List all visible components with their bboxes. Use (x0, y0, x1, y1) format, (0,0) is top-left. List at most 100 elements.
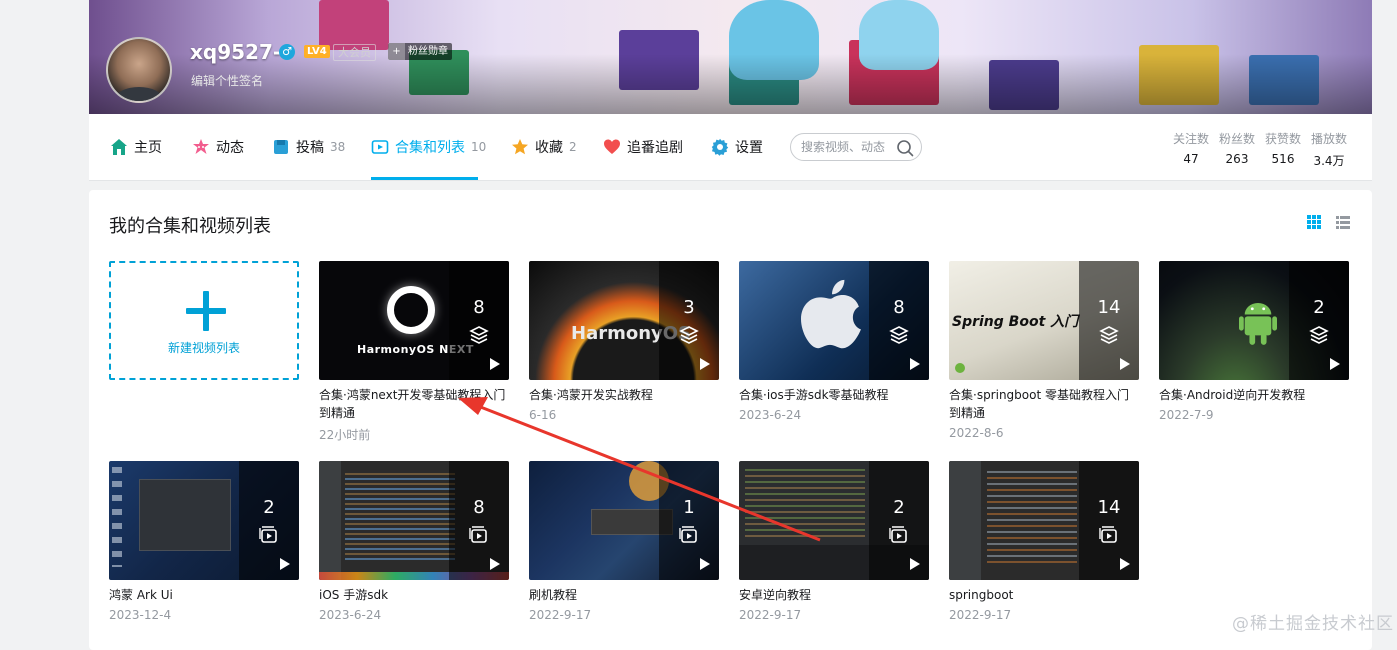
card-date: 2023-12-4 (109, 608, 172, 622)
tab-settings[interactable]: 设置 (711, 114, 763, 180)
card-date: 2023-6-24 (739, 408, 802, 422)
tab-label: 追番追剧 (627, 140, 683, 156)
card-title[interactable]: 合集·ios手游sdk零基础教程 (739, 386, 929, 404)
play-icon[interactable] (1325, 355, 1343, 373)
card-thumbnail[interactable]: 2 (739, 461, 929, 580)
android-robot-icon (1239, 303, 1277, 345)
card-thumbnail[interactable]: 14 (949, 461, 1139, 580)
stat-following[interactable]: 关注数 47 (1168, 130, 1214, 166)
card-thumbnail[interactable]: 8 (319, 461, 509, 580)
card-date: 2023-6-24 (319, 608, 382, 622)
card-thumbnail[interactable]: 2 (109, 461, 299, 580)
play-icon[interactable] (1115, 355, 1133, 373)
playlist-icon (679, 526, 697, 543)
collection-card[interactable]: 8 合集·ios手游sdk零基础教程 2023-6-24 (739, 261, 929, 422)
collection-card[interactable]: HarmonyOS NEXT 8 合集·鸿蒙next开发零基础教程入门到精通 2… (319, 261, 509, 443)
search-input[interactable] (801, 138, 889, 156)
playlist-icon (889, 526, 907, 543)
card-date: 2022-9-17 (739, 608, 802, 622)
card-title[interactable]: 安卓逆向教程 (739, 586, 929, 604)
card-date: 2022-9-17 (529, 608, 592, 622)
layers-icon (1099, 326, 1119, 344)
dynamic-icon (193, 139, 209, 154)
tab-label: 收藏 (535, 140, 563, 156)
play-icon[interactable] (485, 355, 503, 373)
tab-dynamic[interactable]: 动态 (192, 114, 244, 180)
watermark: @稀土掘金技术社区 (1232, 614, 1394, 634)
collection-card[interactable]: HarmonyOS 3 合集·鸿蒙开发实战教程 6-16 (529, 261, 719, 422)
card-title[interactable]: 合集·鸿蒙next开发零基础教程入门到精通 (319, 386, 509, 422)
fan-badge-label: 粉丝勋章 (408, 46, 448, 57)
list-card[interactable]: 8 iOS 手游sdk 2023-6-24 (319, 461, 509, 622)
avatar[interactable] (106, 37, 172, 103)
play-icon[interactable] (905, 355, 923, 373)
stat-value: 516 (1271, 152, 1295, 166)
card-count: 8 (893, 297, 905, 318)
stat-followers[interactable]: 粉丝数 263 (1214, 130, 1260, 166)
play-icon[interactable] (275, 555, 293, 573)
play-icon[interactable] (695, 555, 713, 573)
username: xq9527-- (190, 40, 290, 64)
level-badge[interactable]: LV4 (304, 45, 330, 58)
tab-bangumi[interactable]: 追番追剧 (603, 114, 683, 180)
playlist-icon (1099, 526, 1117, 543)
tab-favorites[interactable]: 收藏 2 (511, 114, 577, 180)
spring-logo-icon (955, 363, 965, 373)
card-thumbnail[interactable]: HarmonyOS NEXT 8 (319, 261, 509, 380)
tab-label: 主页 (134, 140, 162, 156)
stat-label: 获赞数 (1264, 132, 1301, 146)
stat-value: 263 (1225, 152, 1249, 166)
card-thumbnail[interactable]: 8 (739, 261, 929, 380)
card-title[interactable]: 鸿蒙 Ark Ui (109, 586, 299, 604)
layers-icon (469, 326, 489, 344)
tab-label: 动态 (216, 140, 244, 156)
gear-icon (711, 138, 729, 156)
card-title[interactable]: 合集·springboot 零基础教程入门到精通 (949, 386, 1139, 422)
list-view-icon[interactable] (1335, 214, 1351, 230)
card-thumbnail[interactable]: Spring Boot 入门 14 (949, 261, 1139, 380)
list-card[interactable]: 1 刷机教程 2022-9-17 (529, 461, 719, 622)
uploads-icon (274, 140, 288, 154)
card-title[interactable]: springboot (949, 586, 1139, 604)
grid-view-icon[interactable] (1306, 214, 1322, 230)
collection-card[interactable]: 2 合集·Android逆向开发教程 2022-7-9 (1159, 261, 1349, 422)
card-date: 2022-8-6 (949, 426, 1004, 440)
collection-card[interactable]: Spring Boot 入门 14 合集·springboot 零基础教程入门到… (949, 261, 1139, 440)
thumbnail-code (745, 469, 865, 539)
tab-label: 投稿 (296, 140, 324, 156)
vip-badge[interactable]: 大会员 (333, 44, 376, 61)
new-list-button[interactable]: 新建视频列表 (109, 261, 299, 380)
section-title: 我的合集和视频列表 (109, 216, 271, 237)
card-count: 2 (263, 497, 275, 518)
home-icon (111, 139, 127, 155)
list-card[interactable]: 2 鸿蒙 Ark Ui 2023-12-4 (109, 461, 299, 622)
card-thumbnail[interactable]: HarmonyOS 3 (529, 261, 719, 380)
banner-gift-decoration (319, 0, 389, 50)
play-icon[interactable] (905, 555, 923, 573)
card-count: 14 (1097, 497, 1121, 518)
playlist-icon (259, 526, 277, 543)
tab-home[interactable]: 主页 (110, 114, 162, 180)
list-card[interactable]: 2 安卓逆向教程 2022-9-17 (739, 461, 929, 622)
signature-edit[interactable]: 编辑个性签名 (191, 72, 263, 89)
fan-badge-button[interactable]: + 粉丝勋章 (388, 43, 452, 60)
card-count: 14 (1097, 297, 1121, 318)
card-title[interactable]: 合集·Android逆向开发教程 (1159, 386, 1349, 404)
card-title[interactable]: 刷机教程 (529, 586, 719, 604)
heart-icon (604, 139, 620, 154)
tab-count: 10 (471, 140, 487, 154)
stat-value: 47 (1183, 152, 1199, 166)
search-icon[interactable] (896, 139, 914, 157)
card-thumbnail[interactable]: 1 (529, 461, 719, 580)
card-thumbnail[interactable]: 2 (1159, 261, 1349, 380)
play-icon[interactable] (1115, 555, 1133, 573)
tab-collections[interactable]: 合集和列表 10 (371, 114, 486, 180)
card-title[interactable]: 合集·鸿蒙开发实战教程 (529, 386, 719, 404)
tab-uploads[interactable]: 投稿 38 (272, 114, 345, 180)
list-card[interactable]: 14 springboot 2022-9-17 (949, 461, 1139, 622)
play-icon[interactable] (485, 555, 503, 573)
layers-icon (679, 326, 699, 344)
play-icon[interactable] (695, 355, 713, 373)
new-list-label: 新建视频列表 (167, 341, 240, 355)
card-title[interactable]: iOS 手游sdk (319, 586, 509, 604)
